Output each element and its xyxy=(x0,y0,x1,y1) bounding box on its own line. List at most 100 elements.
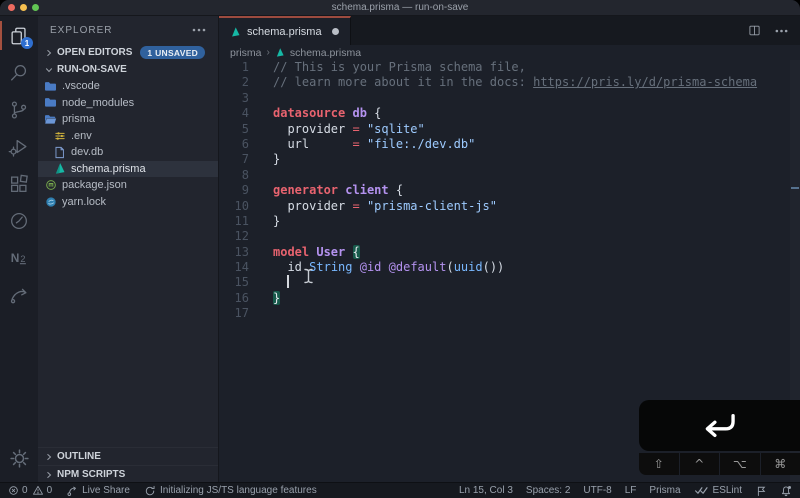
explorer-more-actions-icon[interactable] xyxy=(192,28,206,32)
live-share-status[interactable]: Live Share xyxy=(66,485,130,497)
code-line-15[interactable]: 15 xyxy=(219,275,800,290)
line-number: 11 xyxy=(234,213,249,228)
modifier-key-1: ^ xyxy=(679,453,719,475)
file-tree-item-yarn-lock[interactable]: yarn.lock xyxy=(38,194,218,211)
file-tree-item-dev-db[interactable]: dev.db xyxy=(38,144,218,161)
more-actions-icon[interactable] xyxy=(775,29,788,33)
code-line-4[interactable]: 4 datasource db { xyxy=(219,106,800,121)
manage-button[interactable] xyxy=(0,440,38,477)
live-share-label: Live Share xyxy=(82,485,130,496)
folder-icon xyxy=(44,96,57,109)
problems-status[interactable]: 0 0 xyxy=(8,485,52,496)
pressed-key-display xyxy=(639,400,800,451)
svg-text:2: 2 xyxy=(20,254,25,264)
eol-status[interactable]: LF xyxy=(625,485,637,496)
title-bar[interactable]: schema.prisma — run-on-save xyxy=(0,0,800,16)
sidebar-item-swoosh-extension[interactable] xyxy=(0,276,38,313)
code-line-14[interactable]: 14 id String @id @default(uuid()) xyxy=(219,260,800,275)
eslint-status[interactable]: ESLint xyxy=(694,485,742,496)
error-icon xyxy=(8,485,19,496)
sidebar-item-search[interactable] xyxy=(0,54,38,91)
code-line-13[interactable]: 13 model User { xyxy=(219,244,800,260)
outline-section[interactable]: OUTLINE xyxy=(38,447,218,465)
zoom-window-button[interactable] xyxy=(32,4,39,11)
encoding-status[interactable]: UTF-8 xyxy=(583,485,611,496)
language-status-message[interactable]: Initializing JS/TS language features xyxy=(144,485,317,497)
code-line-10[interactable]: 10 provider = "prisma-client-js" xyxy=(219,199,800,214)
run-debug-icon xyxy=(8,136,30,158)
file-name: dev.db xyxy=(71,146,104,159)
text-caret xyxy=(287,275,290,289)
modifier-key-2: ⌥ xyxy=(720,453,760,475)
chevron-right-icon xyxy=(43,469,55,481)
return-key-icon xyxy=(699,412,741,440)
modifier-key-3: ⌘ xyxy=(760,453,800,475)
line-number: 2 xyxy=(241,75,249,90)
file-tree-item-node-modules[interactable]: node_modules xyxy=(38,95,218,112)
feedback-icon[interactable] xyxy=(755,485,767,497)
sidebar-item-run-debug[interactable] xyxy=(0,128,38,165)
explorer-sidebar: EXPLORER OPEN EDITORS 1 UNSAVED RUN-ON-S… xyxy=(38,16,219,483)
outline-label: OUTLINE xyxy=(57,451,101,462)
file-name: .vscode xyxy=(62,80,100,93)
language-mode-status[interactable]: Prisma xyxy=(649,485,680,496)
file-tree-item-package-json[interactable]: package.json xyxy=(38,177,218,194)
minimize-window-button[interactable] xyxy=(20,4,27,11)
npm-scripts-section[interactable]: NPM SCRIPTS xyxy=(38,465,218,483)
workspace-label: RUN-ON-SAVE xyxy=(57,64,127,75)
error-count: 0 xyxy=(22,485,28,496)
breadcrumb-folder[interactable]: prisma xyxy=(230,47,262,59)
file-tree-item-prisma[interactable]: prisma xyxy=(38,111,218,128)
workspace-section[interactable]: RUN-ON-SAVE xyxy=(38,61,218,78)
tab-schema-prisma[interactable]: schema.prisma xyxy=(219,16,351,45)
code-line-1[interactable]: 1// This is your Prisma schema file, xyxy=(219,60,800,75)
code-line-6[interactable]: 6 url = "file:./dev.db" xyxy=(219,137,800,152)
split-editor-icon[interactable] xyxy=(748,24,761,37)
unsaved-badge: 1 UNSAVED xyxy=(140,46,206,59)
notifications-bell-icon[interactable] xyxy=(780,485,792,497)
breadcrumb-file[interactable]: schema.prisma xyxy=(290,47,361,59)
open-editors-section[interactable]: OPEN EDITORS 1 UNSAVED xyxy=(38,44,218,61)
code-line-9[interactable]: 9 generator client { xyxy=(219,183,800,198)
file-tree: .vscode node_modules prisma .env dev.db schem… xyxy=(38,78,218,210)
sidebar-item-explorer[interactable]: 1 xyxy=(0,17,38,54)
tab-label: schema.prisma xyxy=(247,25,322,38)
line-number: 17 xyxy=(234,306,249,321)
breadcrumb[interactable]: prisma › schema.prisma xyxy=(219,45,800,60)
code-line-7[interactable]: 7} xyxy=(219,152,800,167)
indentation-status[interactable]: Spaces: 2 xyxy=(526,485,570,496)
sidebar-item-wakatime[interactable] xyxy=(0,202,38,239)
line-number: 1 xyxy=(241,60,249,74)
chevron-down-icon xyxy=(43,64,55,76)
source-control-icon xyxy=(8,99,30,121)
window-controls xyxy=(8,4,39,11)
search-icon xyxy=(8,62,30,84)
code-line-16[interactable]: 16} xyxy=(219,290,800,306)
file-name: .env xyxy=(71,129,92,142)
code-line-8[interactable]: 8 xyxy=(219,168,800,183)
close-window-button[interactable] xyxy=(8,4,15,11)
tab-bar: schema.prisma xyxy=(219,16,800,45)
breadcrumb-separator: › xyxy=(266,47,270,58)
yarn-icon xyxy=(44,195,57,208)
file-tree-item--vscode[interactable]: .vscode xyxy=(38,78,218,95)
code-line-12[interactable]: 12 xyxy=(219,229,800,244)
code-line-11[interactable]: 11} xyxy=(219,214,800,229)
file-tree-item-schema-prisma[interactable]: schema.prisma xyxy=(38,160,218,177)
modified-dot-icon[interactable] xyxy=(331,28,339,35)
language-status-text: Initializing JS/TS language features xyxy=(159,485,317,496)
sidebar-item-n2-extension[interactable]: N 2 xyxy=(0,239,38,276)
sidebar-item-source-control[interactable] xyxy=(0,91,38,128)
modifier-key-0: ⇧ xyxy=(639,453,679,475)
eslint-checks-icon xyxy=(694,485,709,496)
cursor-position-status[interactable]: Ln 15, Col 3 xyxy=(459,485,513,496)
sidebar-item-extensions[interactable] xyxy=(0,165,38,202)
code-line-17[interactable]: 17 xyxy=(219,306,800,321)
line-number: 13 xyxy=(234,244,249,259)
file-tree-item--env[interactable]: .env xyxy=(38,128,218,145)
keystroke-visualizer: ⇧ ^ ⌥ ⌘ xyxy=(639,400,800,475)
code-line-5[interactable]: 5 provider = "sqlite" xyxy=(219,122,800,137)
code-line-3[interactable]: 3 xyxy=(219,91,800,106)
eslint-label: ESLint xyxy=(712,485,742,496)
code-line-2[interactable]: 2// learn more about it in the docs: htt… xyxy=(219,75,800,90)
